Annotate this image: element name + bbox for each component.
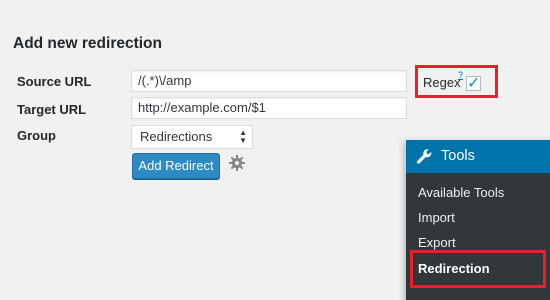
source-url-input[interactable]: /(.*)\/amp — [131, 70, 407, 92]
menu-item-export[interactable]: Export — [418, 235, 456, 250]
target-url-input[interactable]: http://example.com/$1 — [131, 97, 407, 119]
regex-label: Regex — [423, 75, 461, 90]
tools-menu-header[interactable]: Tools — [406, 140, 550, 173]
tools-menu-title: Tools — [441, 148, 475, 164]
add-redirection-heading: Add new redirection — [13, 35, 162, 52]
group-select[interactable]: Redirections ▲ ▼ — [131, 125, 253, 149]
checkmark-icon: ✓ — [467, 73, 481, 92]
wrench-icon — [416, 149, 432, 164]
redirection-highlight-box — [410, 250, 546, 288]
menu-item-available-tools[interactable]: Available Tools — [418, 185, 504, 200]
source-url-label: Source URL — [17, 74, 92, 89]
gear-icon[interactable] — [229, 155, 245, 171]
regex-checkbox[interactable]: ✓ — [466, 73, 481, 92]
regex-help-link[interactable]: ? — [458, 70, 463, 80]
group-select-value: Redirections — [140, 129, 213, 144]
menu-item-import[interactable]: Import — [418, 210, 455, 225]
add-redirect-button[interactable]: Add Redirect — [132, 153, 220, 179]
target-url-label: Target URL — [17, 102, 87, 117]
group-label: Group — [17, 128, 56, 143]
sort-arrows-icon: ▲ ▼ — [239, 128, 247, 145]
